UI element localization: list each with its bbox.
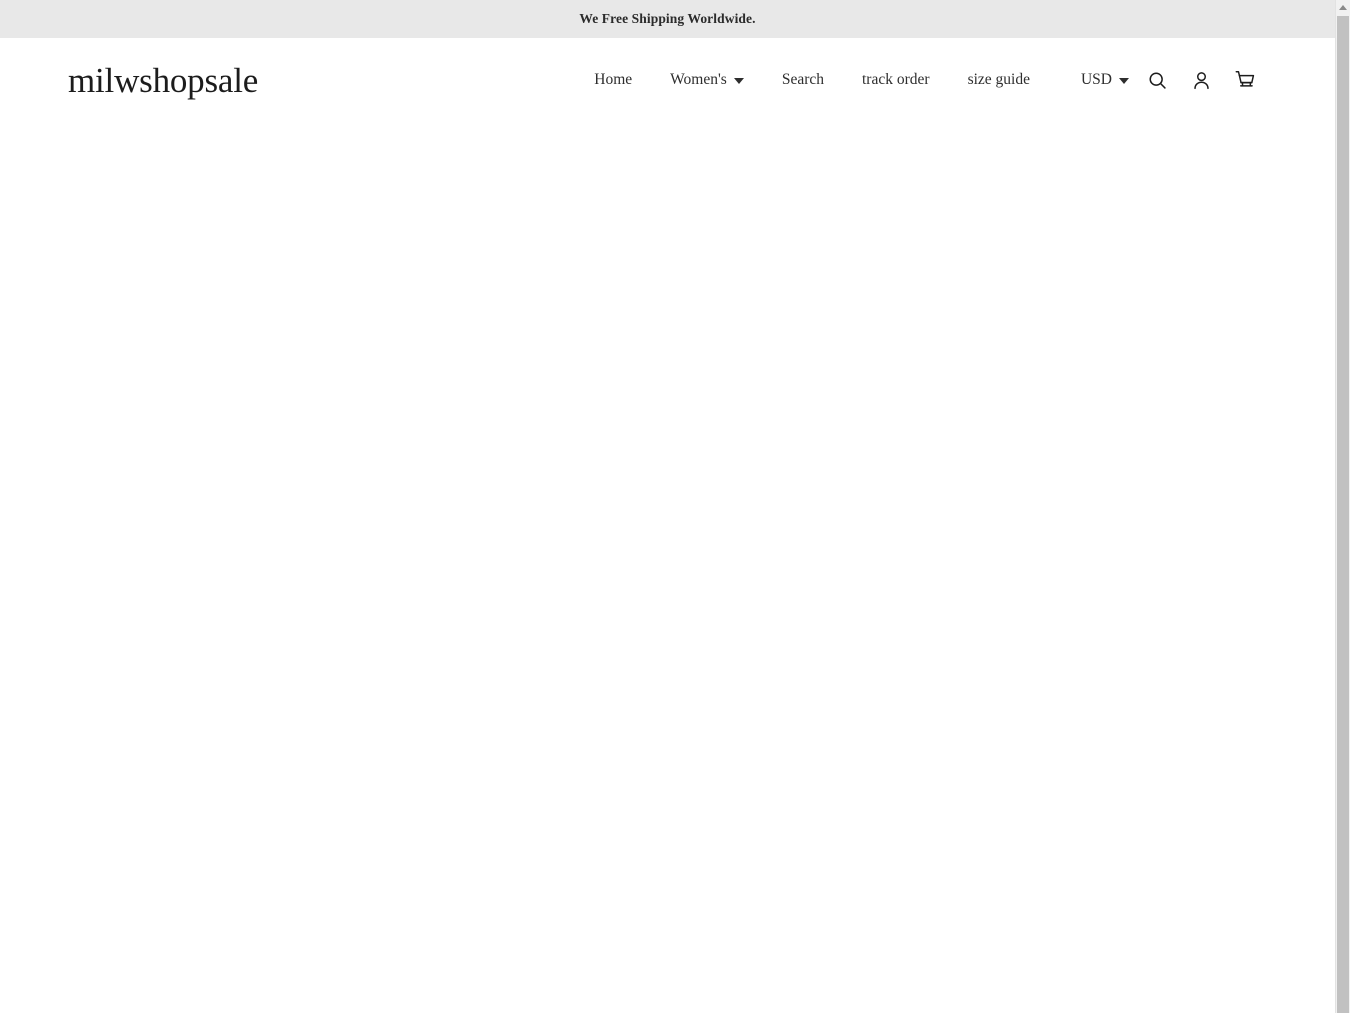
search-button[interactable]	[1135, 58, 1179, 102]
nav-item-label: track order	[862, 71, 930, 89]
cart-icon	[1234, 69, 1256, 91]
vertical-scrollbar[interactable]	[1335, 0, 1350, 1013]
nav-item-search[interactable]: Search	[782, 64, 824, 96]
announcement-text: We Free Shipping Worldwide.	[579, 11, 756, 27]
nav-item-label: Women's	[670, 71, 727, 89]
search-icon	[1147, 70, 1168, 91]
nav-item-track-order[interactable]: track order	[862, 64, 930, 96]
announcement-bar: We Free Shipping Worldwide.	[0, 0, 1335, 38]
site-logo[interactable]: milwshopsale	[68, 63, 258, 98]
scrollbar-thumb[interactable]	[1337, 16, 1349, 1013]
nav-item-label: size guide	[967, 71, 1030, 89]
nav-item-label: Home	[594, 71, 633, 89]
header-right-group: Home Women's Search track order size gui…	[594, 58, 1267, 102]
main-navigation: Home Women's Search track order size gui…	[594, 64, 1049, 96]
currency-value: USD	[1080, 71, 1112, 89]
browser-page: We Free Shipping Worldwide. milwshopsale…	[0, 0, 1350, 1013]
account-button[interactable]	[1179, 58, 1223, 102]
site-header: milwshopsale Home Women's Search track o…	[0, 38, 1335, 122]
chevron-down-icon	[1119, 78, 1129, 84]
currency-selector[interactable]: USD	[1081, 72, 1129, 88]
page-viewport: We Free Shipping Worldwide. milwshopsale…	[0, 0, 1335, 1013]
nav-item-label: Search	[781, 71, 824, 89]
account-icon	[1191, 70, 1212, 91]
scrollbar-up-button[interactable]	[1336, 0, 1350, 15]
nav-item-size-guide[interactable]: size guide	[968, 64, 1030, 96]
main-content-area	[0, 122, 1335, 1013]
arrow-up-icon	[1339, 5, 1347, 10]
chevron-down-icon	[733, 78, 744, 84]
cart-button[interactable]	[1223, 58, 1267, 102]
nav-item-home[interactable]: Home	[594, 64, 632, 96]
nav-item-womens[interactable]: Women's	[670, 64, 744, 96]
